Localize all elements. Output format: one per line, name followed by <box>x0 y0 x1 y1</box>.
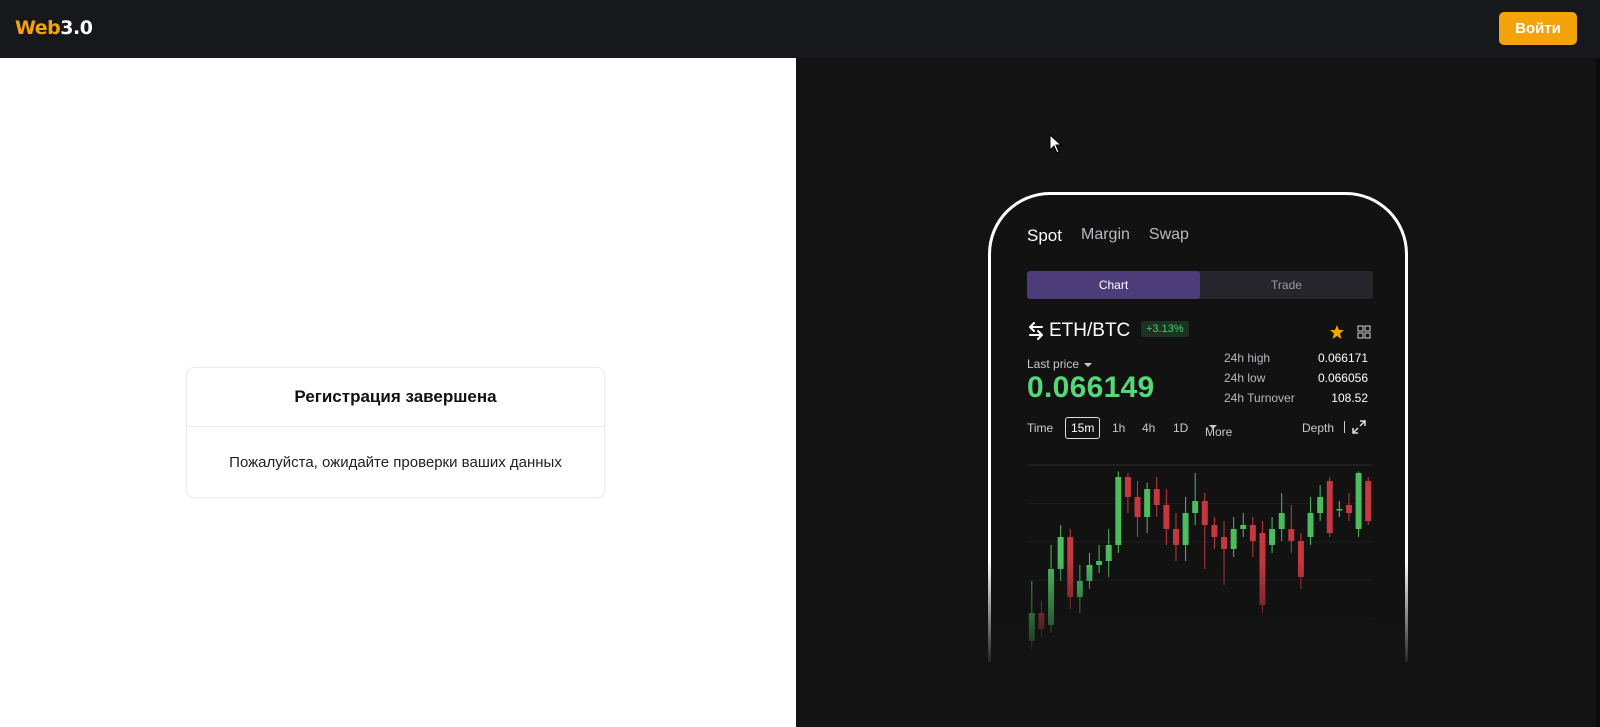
time-label: Time <box>1027 421 1054 435</box>
star-icon[interactable] <box>1329 324 1345 340</box>
candle-up <box>1336 509 1343 511</box>
interval-1d[interactable]: 1D <box>1173 421 1188 435</box>
stat-row: 24h low 0.066056 <box>1224 371 1374 391</box>
stat-row: 24h Turnover 108.52 <box>1224 391 1374 411</box>
stat-row: 24h high 0.066171 <box>1224 351 1374 371</box>
candle-up <box>1278 513 1285 529</box>
stat-label: 24h high <box>1224 351 1271 365</box>
candle-down <box>1345 505 1352 513</box>
stat-value: 0.066056 <box>1317 371 1368 385</box>
candle-up <box>1182 513 1189 545</box>
caret-down-icon <box>1084 362 1093 367</box>
candle-up <box>1144 489 1151 517</box>
stat-label: 24h low <box>1224 371 1266 385</box>
candle-up <box>1269 529 1276 545</box>
tab-margin[interactable]: Margin <box>1081 226 1130 246</box>
stat-value: 0.066171 <box>1317 351 1368 365</box>
candle-down <box>1221 537 1228 549</box>
login-button[interactable]: Войти <box>1499 12 1577 45</box>
stats-panel: 24h high 0.066171 24h low 0.066056 24h T… <box>1224 351 1374 411</box>
interval-1h[interactable]: 1h <box>1112 421 1125 435</box>
mouse-cursor-icon <box>1049 134 1063 154</box>
candle-down <box>1134 497 1141 517</box>
candle-up <box>1105 545 1112 561</box>
logo[interactable]: Web3.0 <box>15 17 93 39</box>
candle-down <box>1365 481 1372 521</box>
caret-down-icon <box>1209 425 1217 429</box>
pair-row: ETH/BTC +3.13% <box>1027 320 1373 344</box>
stat-value: 108.52 <box>1331 391 1368 405</box>
chart-trade-toggle: Chart Trade <box>1027 271 1373 299</box>
interval-15m[interactable]: 15m <box>1065 417 1101 439</box>
candle-up <box>1230 529 1237 549</box>
interval-bar: Time 15m 1h 4h 1D More Depth <box>1027 417 1373 439</box>
last-price-dropdown[interactable]: Last price <box>1027 357 1093 371</box>
candle-down <box>1201 501 1208 525</box>
last-price-value: 0.066149 <box>1027 371 1155 404</box>
candle-down <box>1153 489 1160 505</box>
last-price-label: Last price <box>1027 357 1080 371</box>
segment-trade[interactable]: Trade <box>1200 271 1373 299</box>
expand-icon[interactable] <box>1352 420 1366 434</box>
candle-up <box>1192 501 1199 513</box>
candle-down <box>1124 477 1131 497</box>
logo-part-version: 3.0 <box>60 17 93 39</box>
phone-fade-overlay <box>982 560 1416 670</box>
candle-down <box>1172 529 1179 545</box>
candle-up <box>1307 513 1314 537</box>
candle-up <box>1355 473 1362 529</box>
segment-chart[interactable]: Chart <box>1027 271 1200 299</box>
market-tabs: Spot Margin Swap <box>1027 226 1189 246</box>
registration-card: Регистрация завершена Пожалуйста, ожидай… <box>186 367 605 498</box>
grid-icon[interactable] <box>1357 325 1371 339</box>
divider <box>1344 421 1345 433</box>
tab-swap[interactable]: Swap <box>1149 226 1189 246</box>
logo-part-web: Web <box>15 17 61 39</box>
candle-down <box>1249 525 1256 541</box>
tab-spot[interactable]: Spot <box>1027 226 1062 246</box>
trading-pair: ETH/BTC <box>1049 320 1131 341</box>
swap-arrows-icon[interactable] <box>1027 322 1045 340</box>
card-message: Пожалуйста, ожидайте проверки ваших данн… <box>229 454 562 471</box>
scrollbar[interactable] <box>1596 58 1600 727</box>
left-pane: Регистрация завершена Пожалуйста, ожидай… <box>0 58 796 727</box>
candle-down <box>1163 505 1170 529</box>
top-bar: Web3.0 Войти <box>0 0 1600 58</box>
card-title: Регистрация завершена <box>187 368 604 427</box>
candle-down <box>1288 529 1295 541</box>
depth-tab[interactable]: Depth <box>1302 421 1334 435</box>
change-badge: +3.13% <box>1141 321 1189 337</box>
candle-up <box>1115 477 1122 545</box>
candle-up <box>1317 497 1324 513</box>
candle-down <box>1326 481 1333 533</box>
interval-4h[interactable]: 4h <box>1142 421 1155 435</box>
candle-down <box>1211 525 1218 537</box>
candle-up <box>1240 525 1247 529</box>
stat-label: 24h Turnover <box>1224 391 1295 405</box>
